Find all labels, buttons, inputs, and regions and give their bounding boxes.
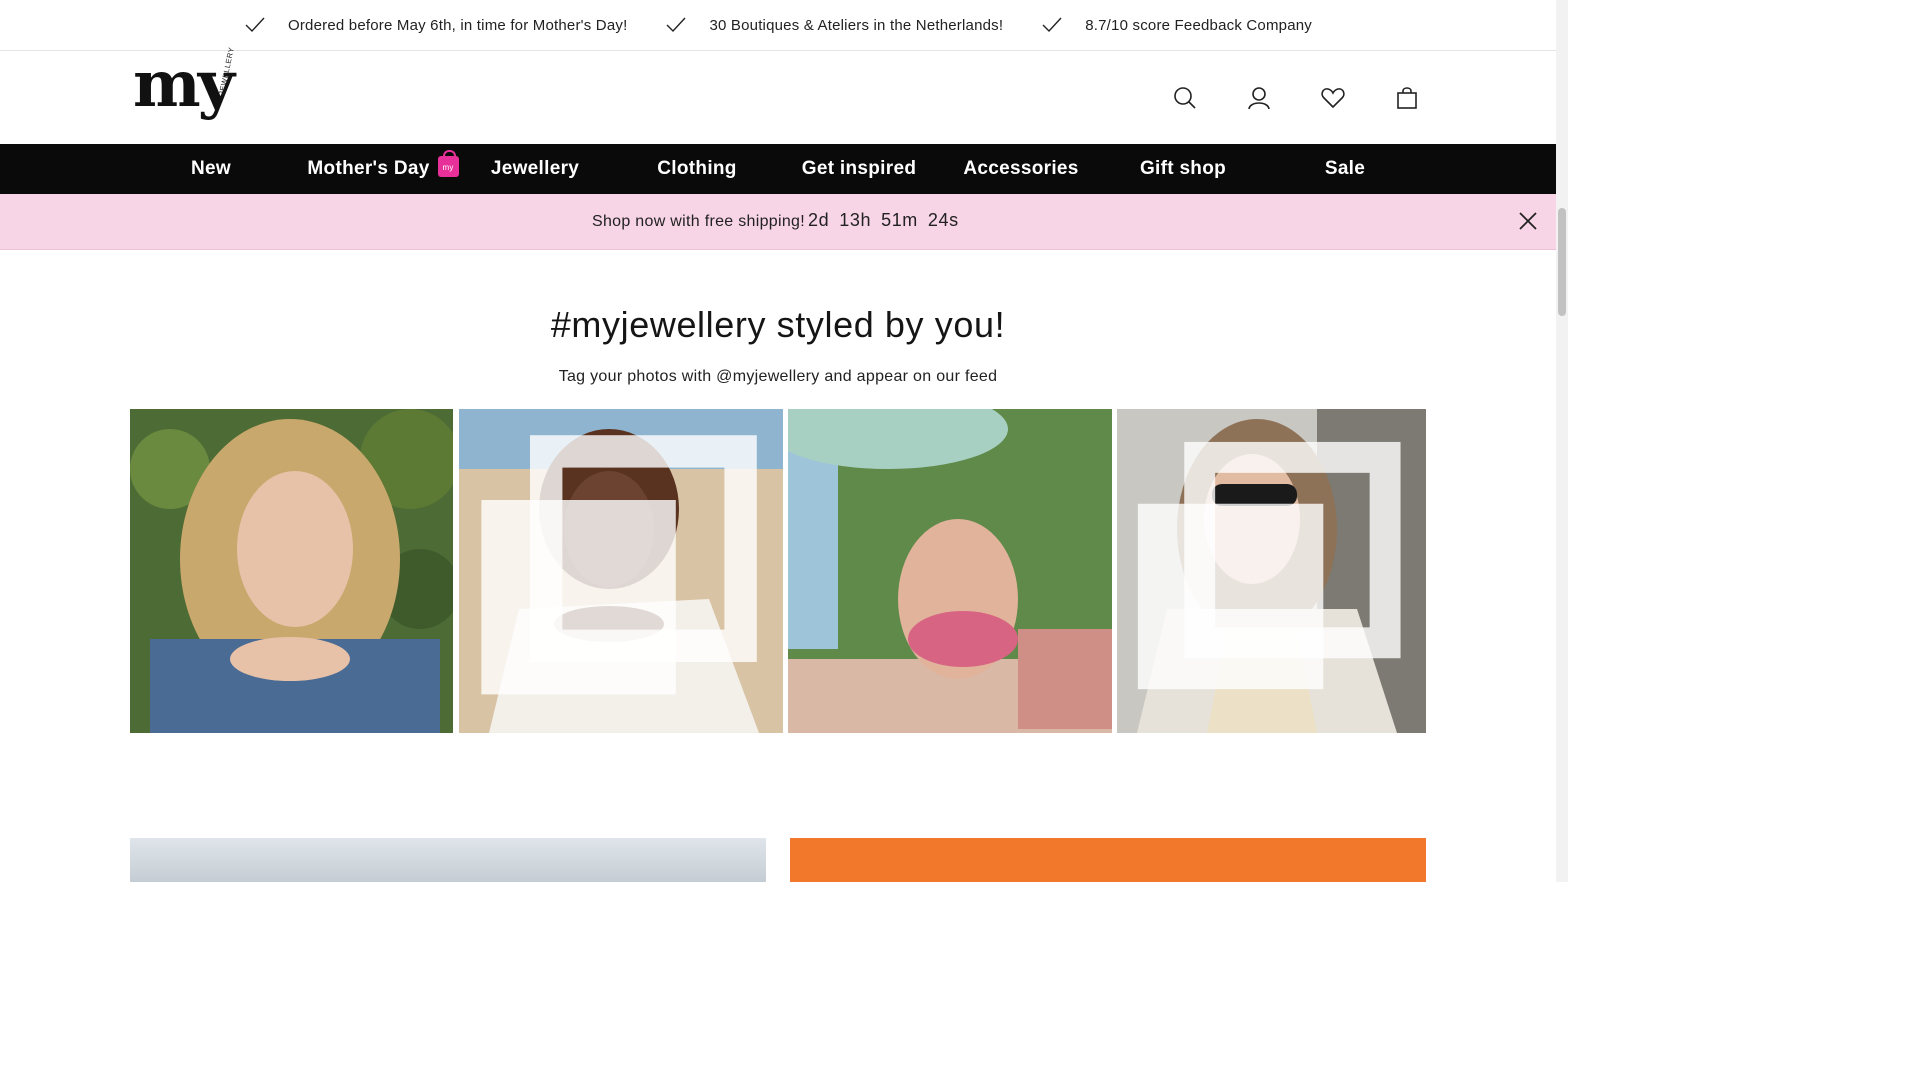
usp-bar: Ordered before May 6th, in time for Moth… — [0, 0, 1556, 51]
account-icon[interactable] — [1246, 85, 1272, 111]
usp-item: Ordered before May 6th, in time for Moth… — [244, 16, 627, 34]
nav-item-new[interactable]: New — [130, 144, 292, 194]
nav-label: Gift shop — [1139, 158, 1227, 179]
promo-banner: Shop now with free shipping! 2d 13h 51m … — [0, 194, 1556, 250]
section-subtitle: Tag your photos with @myjewellery and ap… — [558, 368, 998, 385]
usp-text: 8.7/10 score Feedback Company — [1085, 16, 1312, 34]
nav-item-jewellery[interactable]: Jewellery — [454, 144, 616, 194]
nav-label: Mother's Day — [307, 158, 430, 179]
site-header: my JEWELLERY — [0, 46, 1556, 144]
multiple-images-icon — [481, 435, 757, 695]
usp-item: 30 Boutiques & Ateliers in the Netherlan… — [665, 16, 1003, 34]
gallery-photo[interactable] — [1117, 409, 1426, 733]
nav-item-mothers-day[interactable]: Mother's Day my — [292, 144, 474, 194]
search-icon[interactable] — [1172, 85, 1198, 111]
logo-wordmark: my — [133, 47, 235, 122]
gallery-photo[interactable] — [130, 409, 453, 733]
site-logo[interactable]: my JEWELLERY — [133, 46, 248, 129]
main-navigation: New Mother's Day my Jewellery Clothing Ge… — [0, 144, 1556, 194]
close-icon[interactable] — [1517, 210, 1539, 232]
nav-label: Accessories — [963, 158, 1079, 179]
nav-item-get-inspired[interactable]: Get inspired — [778, 144, 940, 194]
instagram-gallery — [130, 409, 1426, 733]
gallery-photo[interactable] — [459, 409, 783, 733]
promo-tile-image[interactable] — [790, 838, 1426, 882]
nav-label: Clothing — [657, 158, 737, 179]
countdown-timer: 2d 13h 51m 24s — [808, 210, 959, 231]
nav-item-gift-shop[interactable]: Gift shop — [1102, 144, 1264, 194]
usp-item: 8.7/10 score Feedback Company — [1041, 16, 1312, 34]
promo-tile-image[interactable] — [130, 838, 766, 882]
nav-label: Get inspired — [801, 158, 917, 179]
countdown-days: 2d — [808, 210, 830, 230]
multiple-images-icon — [1137, 441, 1401, 690]
scrollbar-thumb[interactable] — [1558, 208, 1566, 316]
usp-text: Ordered before May 6th, in time for Moth… — [287, 16, 628, 34]
gallery-photo[interactable] — [788, 409, 1112, 733]
check-icon — [1042, 17, 1062, 33]
page-scrollbar[interactable] — [1556, 0, 1568, 882]
nav-item-clothing[interactable]: Clothing — [616, 144, 778, 194]
countdown-minutes: 51m — [881, 210, 918, 230]
nav-item-accessories[interactable]: Accessories — [940, 144, 1102, 194]
nav-label: Jewellery — [490, 158, 580, 179]
header-actions — [1172, 85, 1420, 111]
promo-text: Shop now with free shipping! — [592, 213, 805, 230]
countdown-hours: 13h — [839, 210, 872, 230]
section-title: #myjewellery styled by you! — [550, 304, 1006, 345]
usp-text: 30 Boutiques & Ateliers in the Netherlan… — [709, 16, 1004, 34]
wishlist-heart-icon[interactable] — [1320, 85, 1346, 111]
nav-item-sale[interactable]: Sale — [1264, 144, 1426, 194]
nav-label: New — [191, 158, 231, 179]
check-icon — [666, 17, 686, 33]
shopping-bag-icon[interactable] — [1394, 85, 1420, 111]
countdown-seconds: 24s — [927, 210, 959, 230]
check-icon — [245, 17, 265, 33]
nav-label: Sale — [1324, 158, 1366, 179]
